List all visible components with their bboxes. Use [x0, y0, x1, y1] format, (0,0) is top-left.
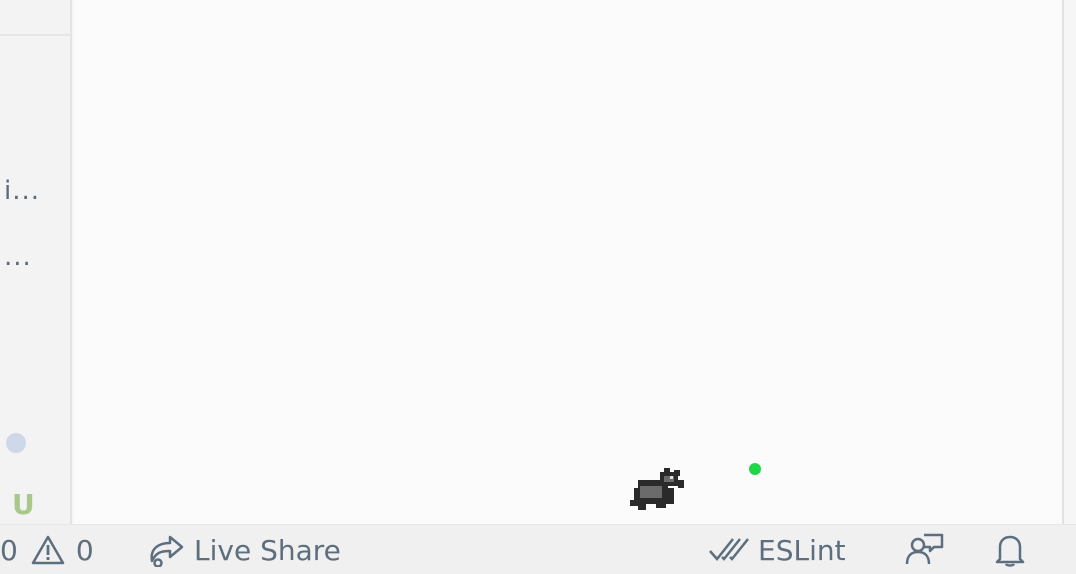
bell-icon — [995, 535, 1025, 567]
pixel-pet-sprite[interactable] — [630, 464, 686, 512]
feedback-icon — [905, 533, 944, 565]
notifications-button[interactable] — [994, 533, 1026, 567]
pet-ball[interactable] — [749, 463, 761, 475]
modified-dot-badge — [6, 433, 26, 453]
sidebar-item-truncated-2[interactable]: ... — [4, 242, 32, 272]
sidebar-separator — [0, 34, 70, 36]
eslint-label: ESLint — [758, 533, 846, 567]
feedback-button[interactable] — [904, 533, 944, 567]
errors-count: 0 — [0, 533, 18, 567]
warnings-count: 0 — [75, 533, 94, 567]
eslint-button[interactable]: ESLint — [708, 533, 846, 567]
sidebar-border — [70, 0, 72, 524]
editor-area[interactable] — [74, 0, 1064, 524]
explorer-sidebar: i... ... U — [0, 0, 72, 524]
vscode-window: i... ... U 0 0 Live Share ESLint — [0, 0, 1076, 574]
sidebar-item-truncated-1[interactable]: i... — [4, 176, 40, 206]
warning-icon — [31, 535, 65, 565]
live-share-icon — [150, 535, 184, 567]
live-share-label: Live Share — [194, 533, 341, 567]
status-bar: 0 0 Live Share ESLint — [0, 524, 1076, 574]
git-untracked-badge: U — [12, 488, 35, 521]
double-check-icon — [709, 538, 749, 561]
problems-indicator[interactable]: 0 0 — [0, 533, 94, 567]
live-share-button[interactable]: Live Share — [146, 533, 341, 567]
